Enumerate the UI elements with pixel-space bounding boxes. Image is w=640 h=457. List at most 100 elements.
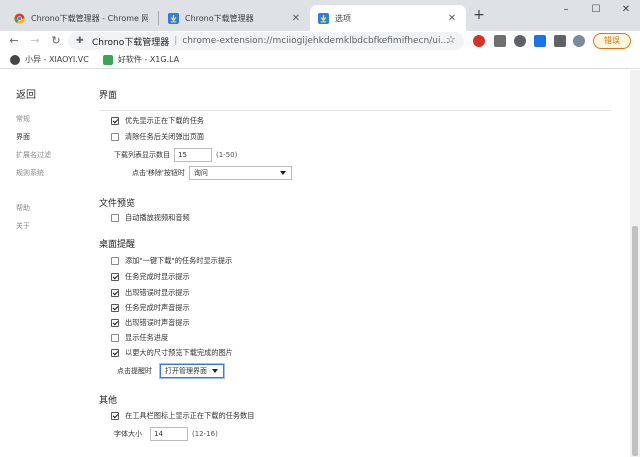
sidebar-item-rules[interactable]: 规则系统	[16, 168, 44, 178]
bookmark-label: 好软件 - X1G.LA	[117, 55, 180, 64]
checkbox-checked[interactable]	[111, 349, 119, 357]
section-title-preview: 文件预览	[99, 199, 136, 209]
font-size-range: (12-16)	[192, 430, 218, 438]
maximize-icon[interactable]: ☐	[586, 2, 606, 18]
checkbox-checked[interactable]	[111, 412, 119, 420]
option-label: 自动播放视频和音频	[125, 213, 190, 222]
tab-separator	[158, 11, 159, 25]
option-label: 出现错误时声音提示	[125, 318, 190, 327]
bookmark-xiaoyi[interactable]: 小异 - XIAOYI.VC	[10, 54, 89, 65]
scrollbar-thumb[interactable]	[632, 226, 638, 456]
checkbox-unchecked[interactable]	[111, 257, 119, 265]
option-label: 任务完成时声音提示	[125, 303, 190, 312]
section-title-interface: 界面	[99, 91, 118, 101]
checkbox-checked[interactable]	[111, 304, 119, 312]
section-title-other: 其他	[99, 396, 118, 406]
notify-click-select[interactable]: 打开管理界面	[160, 364, 224, 378]
option-progress[interactable]: 显示任务进度	[111, 333, 168, 343]
option-done-show[interactable]: 任务完成时显示提示	[111, 272, 190, 282]
option-autoplay[interactable]: 自动播放视频和音频	[111, 213, 190, 223]
option-label: 添加"一键下载"的任务时显示提示	[125, 256, 233, 265]
option-label: 任务完成时显示提示	[125, 272, 190, 281]
sidebar-item-help[interactable]: 帮助	[16, 203, 30, 213]
list-count-label: 下载列表显示数目	[114, 151, 170, 159]
notify-click-label: 点击提醒时	[117, 367, 152, 375]
option-done-sound[interactable]: 任务完成时声音提示	[111, 303, 190, 313]
forward-arrow-icon[interactable]: →	[27, 33, 43, 49]
option-label: 显示任务进度	[125, 333, 169, 342]
window-close-icon[interactable]: ✕	[616, 2, 636, 18]
sidebar-item-general[interactable]: 常规	[16, 114, 30, 124]
option-clear-close[interactable]: 清除任务后关闭弹出页面	[111, 132, 204, 142]
option-label: 出现错误时显示提示	[125, 288, 190, 297]
x1g-favicon-icon	[102, 54, 113, 65]
tab-chrono-manager[interactable]: Chrono下载管理器 ✕	[160, 5, 310, 31]
checkbox-unchecked[interactable]	[111, 334, 119, 342]
bookmarks-bar: 小异 - XIAOYI.VC 好软件 - X1G.LA	[0, 51, 640, 69]
section-title-notify: 桌面提醒	[99, 240, 136, 250]
option-error-show[interactable]: 出现错误时显示提示	[111, 288, 190, 298]
extensions-puzzle-icon[interactable]	[554, 35, 566, 47]
omnibox-separator: |	[174, 36, 178, 46]
options-page: 返回 常规 界面 扩展名过滤 规则系统 帮助 关于 界面 优先显示正在下载的任务…	[0, 70, 640, 457]
minimize-icon[interactable]: –	[556, 2, 576, 18]
bookmark-x1g[interactable]: 好软件 - X1G.LA	[102, 54, 180, 65]
xiaoyi-favicon-icon	[10, 54, 20, 65]
option-badge-count[interactable]: 在工具栏图标上显示正在下载的任务数目	[111, 411, 254, 421]
checkbox-checked[interactable]	[111, 289, 119, 297]
address-bar[interactable]: ✚ Chrono下载管理器 | chrome-extension://mciio…	[68, 32, 464, 50]
close-tab-icon[interactable]: ✕	[446, 13, 458, 24]
option-onekey[interactable]: 添加"一键下载"的任务时显示提示	[111, 256, 232, 266]
option-label: 清除任务后关闭弹出页面	[125, 132, 205, 141]
checkbox-unchecked[interactable]	[111, 133, 119, 141]
list-count-range: (1-50)	[216, 151, 238, 159]
back-link[interactable]: 返回	[16, 86, 36, 101]
tab-chrome-webstore[interactable]: Chrono下载管理器 - Chrome 网	[6, 5, 156, 31]
option-big-preview[interactable]: 以更大的尺寸预览下载完成的图片	[111, 348, 233, 358]
chrono-extension-icon[interactable]	[534, 35, 546, 47]
font-size-label: 字体大小	[114, 430, 142, 438]
back-arrow-icon[interactable]: ←	[6, 33, 22, 49]
list-count-row: 下载列表显示数目 15 (1-50)	[114, 148, 237, 162]
tab-title: Chrono下载管理器	[185, 13, 254, 23]
checkbox-checked[interactable]	[111, 319, 119, 327]
omnibox-site-title: Chrono下载管理器	[92, 37, 170, 48]
tab-title: Chrono下载管理器 - Chrome 网	[31, 13, 148, 23]
option-label: 以更大的尺寸预览下载完成的图片	[125, 348, 233, 357]
error-button[interactable]: 错误	[593, 33, 631, 49]
tab-title: 选项	[335, 13, 351, 23]
sidebar-item-extension-filter[interactable]: 扩展名过滤	[16, 150, 51, 160]
extension-puzzle-icon: ✚	[76, 36, 84, 46]
remove-behavior-select[interactable]: 询问	[188, 166, 292, 180]
option-show-downloading[interactable]: 优先显示正在下载的任务	[111, 116, 204, 126]
remove-button-label: 点击'移除'按钮时	[132, 169, 185, 177]
divider	[99, 110, 611, 111]
sidebar-item-about[interactable]: 关于	[16, 221, 30, 231]
font-size-input[interactable]: 14	[150, 427, 188, 441]
notify-click-row: 点击提醒时 打开管理界面	[117, 364, 224, 378]
omnibox-url: chrome-extension://mciiogijehkdemklbdcbf…	[182, 36, 450, 46]
chrome-icon	[14, 12, 25, 24]
adblock-extension-icon[interactable]	[473, 35, 485, 47]
sidebar-item-interface[interactable]: 界面	[16, 132, 30, 142]
option-error-sound[interactable]: 出现错误时声音提示	[111, 318, 190, 328]
close-tab-icon[interactable]: ✕	[290, 13, 302, 24]
chrono-download-icon	[318, 12, 329, 24]
bookmark-star-icon[interactable]: ☆	[446, 33, 456, 46]
checkbox-unchecked[interactable]	[111, 214, 119, 222]
bookmark-label: 小异 - XIAOYI.VC	[25, 55, 89, 64]
reload-icon[interactable]: ↻	[48, 33, 64, 49]
browser-toolbar: ← → ↻ ✚ Chrono下载管理器 | chrome-extension:/…	[0, 31, 640, 51]
tab-options[interactable]: 选项 ✕	[310, 5, 466, 31]
checkbox-checked[interactable]	[111, 273, 119, 281]
extension-icon[interactable]	[494, 35, 506, 47]
checkbox-checked[interactable]	[111, 117, 119, 125]
chrono-download-icon	[168, 12, 179, 24]
font-size-row: 字体大小 14 (12-16)	[114, 427, 218, 441]
remove-button-row: 点击'移除'按钮时 询问	[132, 166, 292, 180]
new-tab-plus-icon[interactable]: +	[472, 8, 486, 22]
option-label: 优先显示正在下载的任务	[125, 116, 205, 125]
profile-avatar-icon[interactable]	[573, 35, 585, 47]
list-count-input[interactable]: 15	[174, 148, 212, 162]
shield-extension-icon[interactable]	[514, 35, 526, 47]
